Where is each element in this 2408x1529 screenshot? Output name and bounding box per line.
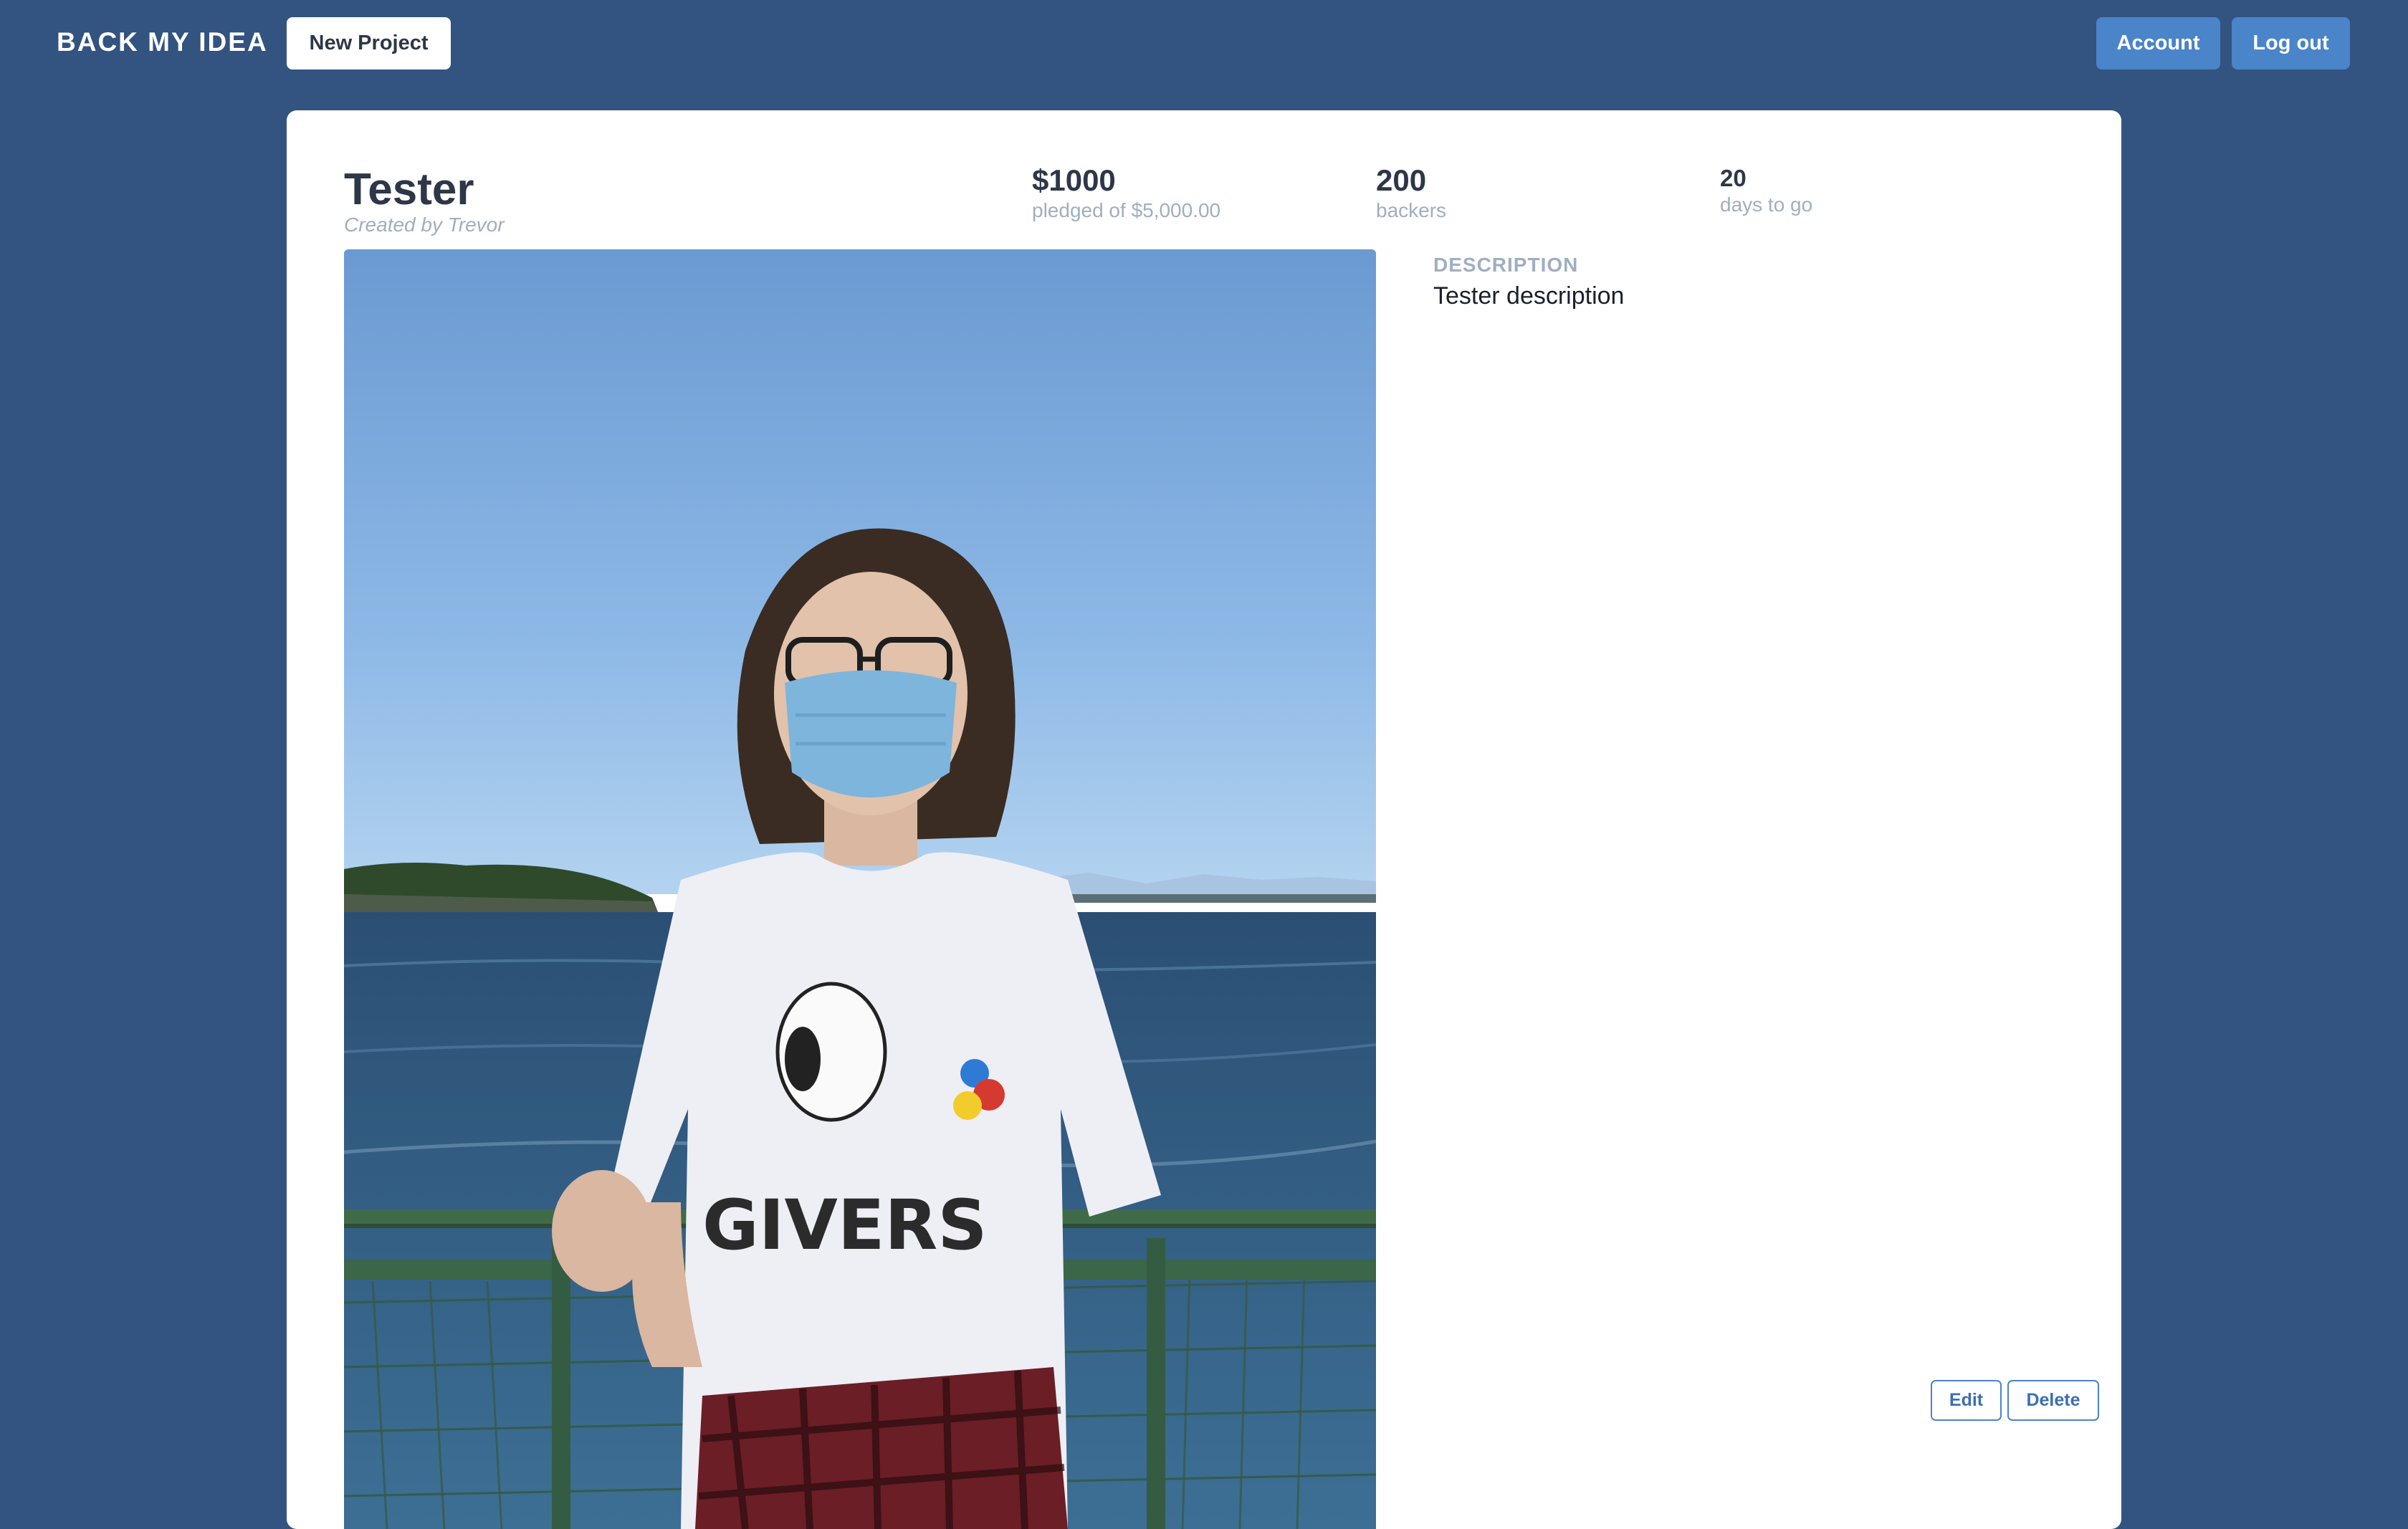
project-card: Tester Created by Trevor $1000 pledged o… (287, 110, 2121, 1529)
new-project-button[interactable]: New Project (287, 17, 451, 70)
project-title: Tester (344, 165, 474, 214)
project-creator: Created by Trevor (344, 214, 505, 236)
backers-label: backers (1376, 199, 1447, 221)
top-nav: BACK MY IDEA New Project Account Log out (0, 0, 2408, 87)
account-button[interactable]: Account (2096, 17, 2220, 70)
days-remaining: 20 (1720, 165, 1747, 191)
delete-button[interactable]: Delete (2007, 1380, 2099, 1421)
edit-button[interactable]: Edit (1931, 1380, 2002, 1421)
description-text: Tester description (1433, 282, 1625, 310)
pledged-label: pledged of $5,000.00 (1032, 199, 1221, 221)
pledged-amount: $1000 (1032, 163, 1116, 197)
project-image: GIVERS (344, 249, 1376, 1529)
backers-count: 200 (1376, 163, 1427, 197)
days-label: days to go (1720, 193, 1813, 216)
svg-text:GIVERS: GIVERS (702, 1185, 987, 1265)
description-heading: DESCRIPTION (1433, 254, 1579, 276)
logout-button[interactable]: Log out (2232, 17, 2350, 70)
brand-logo[interactable]: BACK MY IDEA (57, 27, 268, 57)
